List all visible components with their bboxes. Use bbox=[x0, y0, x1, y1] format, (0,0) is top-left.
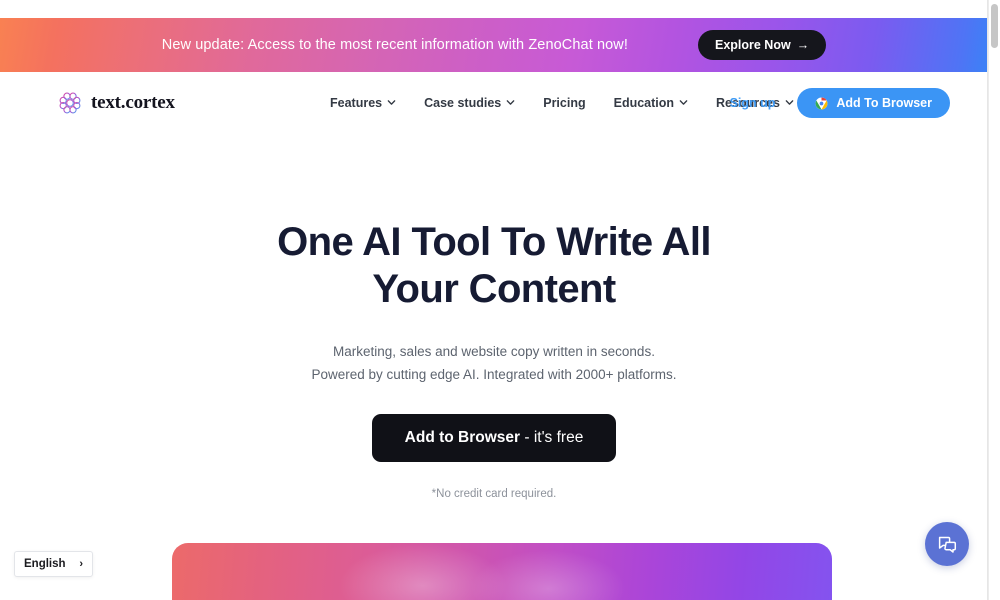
hero-subhead: Marketing, sales and website copy writte… bbox=[311, 341, 676, 386]
hero-cta-rest-label: - it's free bbox=[520, 428, 584, 446]
nav-links: Features Case studies Pricing Education … bbox=[330, 96, 794, 110]
language-selector[interactable]: English › bbox=[14, 551, 93, 577]
scrollbar-thumb[interactable] bbox=[991, 4, 998, 48]
sign-up-link[interactable]: Sign up bbox=[730, 96, 776, 110]
explore-now-button[interactable]: Explore Now → bbox=[697, 30, 827, 60]
nav-right-group: Sign up Add To Browser bbox=[730, 88, 950, 118]
add-to-browser-nav-button[interactable]: Add To Browser bbox=[797, 88, 950, 118]
nav-item-pricing[interactable]: Pricing bbox=[543, 96, 585, 110]
page-root: New update: Access to the most recent in… bbox=[0, 0, 1000, 600]
top-white-strip bbox=[0, 0, 988, 18]
language-selector-label: English bbox=[24, 558, 66, 570]
chevron-down-icon bbox=[506, 99, 515, 105]
nav-label-education: Education bbox=[613, 96, 675, 110]
announcement-banner: New update: Access to the most recent in… bbox=[0, 18, 988, 72]
nav-label-features: Features bbox=[330, 96, 383, 110]
nav-item-case-studies[interactable]: Case studies bbox=[424, 96, 515, 110]
nav-label-case-studies: Case studies bbox=[424, 96, 502, 110]
vertical-scrollbar[interactable] bbox=[988, 0, 1000, 600]
hero-cta-bold-label: Add to Browser bbox=[404, 428, 521, 446]
chat-widget-button[interactable] bbox=[925, 522, 969, 566]
product-showcase-card bbox=[172, 543, 832, 600]
hero-section: One AI Tool To Write All Your Content Ma… bbox=[0, 134, 988, 500]
chevron-down-icon bbox=[679, 99, 688, 105]
arrow-right-icon: → bbox=[796, 38, 810, 52]
no-credit-card-note: *No credit card required. bbox=[431, 487, 557, 500]
hero-subhead-line-1: Marketing, sales and website copy writte… bbox=[333, 344, 655, 360]
add-to-browser-hero-button[interactable]: Add to Browser - it's free bbox=[371, 413, 617, 462]
chevron-right-icon: › bbox=[79, 558, 83, 570]
brand-name: text.cortex bbox=[91, 92, 175, 113]
brand-logo[interactable]: text.cortex bbox=[58, 91, 175, 115]
main-navbar: text.cortex Features Case studies Pricin… bbox=[0, 72, 988, 134]
nav-label-pricing: Pricing bbox=[543, 96, 586, 110]
brain-circles-logo-icon bbox=[59, 92, 81, 114]
nav-item-features[interactable]: Features bbox=[330, 96, 396, 110]
chevron-down-icon bbox=[387, 99, 396, 105]
chat-bubbles-icon bbox=[938, 536, 956, 553]
explore-now-label: Explore Now bbox=[714, 38, 791, 52]
chrome-icon bbox=[815, 97, 828, 109]
add-to-browser-nav-label: Add To Browser bbox=[836, 96, 932, 110]
announcement-text: New update: Access to the most recent in… bbox=[161, 37, 628, 53]
hero-subhead-line-2: Powered by cutting edge AI. Integrated w… bbox=[311, 366, 677, 382]
page-title: One AI Tool To Write All Your Content bbox=[277, 220, 711, 312]
nav-item-education[interactable]: Education bbox=[614, 96, 688, 110]
